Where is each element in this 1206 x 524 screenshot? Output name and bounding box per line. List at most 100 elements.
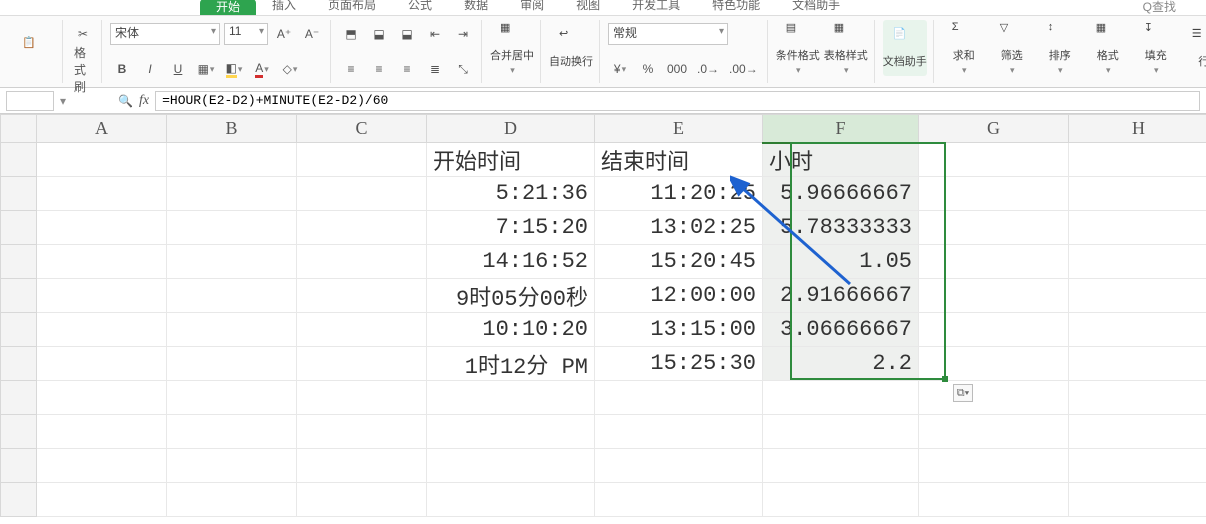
cell-D5[interactable]: 9时05分00秒: [427, 279, 595, 313]
namebox-dd-icon[interactable]: ▾: [60, 94, 66, 108]
cell-B11[interactable]: [167, 483, 297, 517]
cell-G5[interactable]: [919, 279, 1069, 313]
cell-A11[interactable]: [37, 483, 167, 517]
cell-H8[interactable]: [1069, 381, 1206, 415]
paste-options-button[interactable]: ⧉▾: [953, 384, 973, 402]
cell-E4[interactable]: 15:20:45: [595, 245, 763, 279]
col-header-C[interactable]: C: [297, 115, 427, 143]
align-right-icon[interactable]: ≡: [395, 57, 419, 81]
col-header-G[interactable]: G: [919, 115, 1069, 143]
fx-button[interactable]: fx: [139, 93, 149, 109]
tab-特色功能[interactable]: 特色功能: [696, 0, 776, 15]
cell-E6[interactable]: 13:15:00: [595, 313, 763, 347]
cell-B2[interactable]: [167, 177, 297, 211]
tab-插入[interactable]: 插入: [256, 0, 312, 15]
format-button[interactable]: ▦格式: [1086, 20, 1130, 76]
col-header-E[interactable]: E: [595, 115, 763, 143]
cell-A1[interactable]: [37, 143, 167, 177]
cell-C8[interactable]: [297, 381, 427, 415]
cell-B7[interactable]: [167, 347, 297, 381]
wrap-text-button[interactable]: ↩自动换行: [549, 20, 593, 76]
indent-dec-icon[interactable]: ⇤: [423, 22, 447, 46]
col-header-F[interactable]: F: [763, 115, 919, 143]
tab-页面布局[interactable]: 页面布局: [312, 0, 392, 15]
cell-C3[interactable]: [297, 211, 427, 245]
row-header-1[interactable]: [1, 143, 37, 177]
cell-A9[interactable]: [37, 415, 167, 449]
row-header-5[interactable]: [1, 279, 37, 313]
align-top-icon[interactable]: ⬒: [339, 22, 363, 46]
zoom-icon[interactable]: 🔍: [118, 94, 133, 108]
cell-H11[interactable]: [1069, 483, 1206, 517]
cell-A5[interactable]: [37, 279, 167, 313]
sort-button[interactable]: ↕排序: [1038, 20, 1082, 76]
cell-G9[interactable]: [919, 415, 1069, 449]
cell-H5[interactable]: [1069, 279, 1206, 313]
cell-A4[interactable]: [37, 245, 167, 279]
cell-H9[interactable]: [1069, 415, 1206, 449]
tab-数据[interactable]: 数据: [448, 0, 504, 15]
cell-C5[interactable]: [297, 279, 427, 313]
cell-G6[interactable]: [919, 313, 1069, 347]
cell-B4[interactable]: [167, 245, 297, 279]
cell-C11[interactable]: [297, 483, 427, 517]
justify-icon[interactable]: ≣: [423, 57, 447, 81]
cell-C1[interactable]: [297, 143, 427, 177]
cell-D1[interactable]: 开始时间: [427, 143, 595, 177]
row-header-7[interactable]: [1, 347, 37, 381]
cell-F10[interactable]: [763, 449, 919, 483]
border-button[interactable]: ▦: [194, 57, 218, 81]
cell-D6[interactable]: 10:10:20: [427, 313, 595, 347]
cell-B9[interactable]: [167, 415, 297, 449]
align-middle-icon[interactable]: ⬓: [367, 22, 391, 46]
align-bottom-icon[interactable]: ⬓: [395, 22, 419, 46]
font-increase-button[interactable]: A⁺: [272, 22, 296, 46]
cell-A2[interactable]: [37, 177, 167, 211]
tab-开始[interactable]: 开始: [200, 0, 256, 15]
doc-assist-button[interactable]: 📄文档助手: [883, 20, 927, 76]
cell-B5[interactable]: [167, 279, 297, 313]
col-header-H[interactable]: H: [1069, 115, 1206, 143]
cell-E7[interactable]: 15:25:30: [595, 347, 763, 381]
row-header-2[interactable]: [1, 177, 37, 211]
cell-A6[interactable]: [37, 313, 167, 347]
underline-button[interactable]: U: [166, 57, 190, 81]
cut-icon[interactable]: ✂: [71, 22, 95, 46]
merge-center-button[interactable]: ▦合并居中: [490, 20, 534, 76]
col-header-B[interactable]: B: [167, 115, 297, 143]
decimal-inc-button[interactable]: .0→: [694, 57, 722, 81]
tab-文档助手[interactable]: 文档助手: [776, 0, 856, 15]
row-header-6[interactable]: [1, 313, 37, 347]
cell-B6[interactable]: [167, 313, 297, 347]
cell-H4[interactable]: [1069, 245, 1206, 279]
cell-B3[interactable]: [167, 211, 297, 245]
cell-D10[interactable]: [427, 449, 595, 483]
cell-G1[interactable]: [919, 143, 1069, 177]
cell-F6[interactable]: 3.06666667: [763, 313, 919, 347]
cell-G7[interactable]: [919, 347, 1069, 381]
format-painter-button[interactable]: 格式刷: [71, 57, 95, 81]
search-hint[interactable]: Q查找: [1143, 0, 1176, 15]
currency-button[interactable]: ¥: [608, 57, 632, 81]
italic-button[interactable]: I: [138, 57, 162, 81]
fill-color-button[interactable]: ◧: [222, 57, 246, 81]
cell-D4[interactable]: 14:16:52: [427, 245, 595, 279]
cell-C10[interactable]: [297, 449, 427, 483]
row-header-3[interactable]: [1, 211, 37, 245]
cell-B1[interactable]: [167, 143, 297, 177]
cell-E3[interactable]: 13:02:25: [595, 211, 763, 245]
cell-E9[interactable]: [595, 415, 763, 449]
cell-D8[interactable]: [427, 381, 595, 415]
cell-G3[interactable]: [919, 211, 1069, 245]
cell-F8[interactable]: [763, 381, 919, 415]
align-left-icon[interactable]: ≡: [339, 57, 363, 81]
cell-G4[interactable]: [919, 245, 1069, 279]
cell-D3[interactable]: 7:15:20: [427, 211, 595, 245]
col-header-D[interactable]: D: [427, 115, 595, 143]
cell-E5[interactable]: 12:00:00: [595, 279, 763, 313]
cell-H1[interactable]: [1069, 143, 1206, 177]
filter-button[interactable]: ▽筛选: [990, 20, 1034, 76]
cell-E11[interactable]: [595, 483, 763, 517]
cell-D11[interactable]: [427, 483, 595, 517]
cell-F5[interactable]: 2.91666667: [763, 279, 919, 313]
